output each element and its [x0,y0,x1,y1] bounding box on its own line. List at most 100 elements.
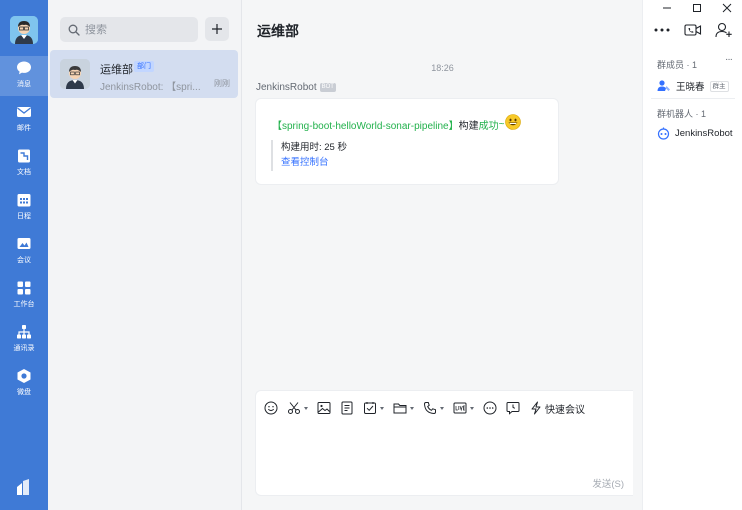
robots-section-title: 群机器人 · 1 [657,109,707,119]
checkbox-icon [364,402,376,414]
mail-icon [17,107,31,117]
workbench-icon [17,281,31,295]
chevron-down-icon [440,406,444,410]
nav-item-workbench[interactable]: 工作台 [0,276,48,316]
conversation-item[interactable]: 运维部 部门 JenkinsRobot: 【spri... 刚刚 [50,50,238,98]
smile-icon [264,401,278,415]
nav-label-contacts: 通讯录 [13,345,35,352]
close-icon [722,3,732,12]
file-button[interactable] [393,399,414,417]
folder-icon [393,403,407,414]
chevron-down-icon [470,406,474,410]
call-button[interactable] [423,399,444,417]
plus-icon [212,24,222,34]
conversation-time: 刚刚 [214,79,230,88]
document-button[interactable] [340,399,354,417]
search-input[interactable] [85,23,185,36]
nav-label-mail: 邮件 [17,125,31,132]
department-tag: 部门 [134,61,154,72]
document-icon [341,401,353,415]
chat-header: 运维部 [243,0,642,58]
screenshot-button[interactable] [287,399,308,417]
robot-icon [657,127,670,140]
build-result-line: 【spring-boot-helloWorld-sonar-pipeline】 … [272,114,522,132]
search-box[interactable] [60,17,198,42]
message-input[interactable] [266,425,616,469]
project-name: 【spring-boot-helloWorld-sonar-pipeline】 [272,120,459,132]
scissors-icon [288,402,300,414]
maximize-button[interactable] [682,0,712,15]
nav-item-calendar[interactable]: 日程 [0,188,48,228]
conversation-preview: JenkinsRobot: 【spri... [100,82,201,93]
minimize-button[interactable] [652,0,682,15]
emoji-button[interactable] [264,399,278,417]
build-details: 构建用时: 25 秒 查看控制台 [271,140,347,171]
add-button[interactable] [205,17,229,41]
building-icon [17,479,29,495]
conversation-title: 运维部 [100,64,133,76]
message-icon [17,61,31,75]
drive-icon [17,369,31,383]
more-options-button[interactable] [651,22,673,38]
nav-label-workbench: 工作台 [13,301,35,308]
nav-item-drive[interactable]: 微盘 [0,364,48,404]
send-button[interactable]: 发送(S) [592,476,624,490]
sender-name: JenkinsRobot [256,82,317,93]
contacts-icon [17,325,31,339]
nav-label-calendar: 日程 [17,213,31,220]
chat-title: 运维部 [257,23,299,39]
close-button[interactable] [712,0,742,15]
robot-item[interactable]: JenkinsRobot [657,127,733,140]
grinning-emoji-icon [505,114,522,130]
nav-label-meeting: 会议 [17,257,31,264]
lightning-icon [531,401,541,415]
chevron-down-icon [304,406,308,410]
nav-label-docs: 文档 [17,169,31,176]
nav-item-docs[interactable]: 文档 [0,144,48,184]
image-button[interactable] [317,399,331,417]
members-more-button[interactable]: ··· [725,54,733,65]
section-divider [651,98,735,99]
video-call-button[interactable] [682,22,704,38]
more-tools-button[interactable] [483,399,497,417]
console-link[interactable]: 查看控制台 [281,155,347,171]
live-button[interactable] [453,399,474,417]
message-card: 【spring-boot-helloWorld-sonar-pipeline】 … [255,98,559,185]
tilde: ~ [498,118,505,130]
composer-toolbar: 快速会议 [264,399,594,417]
build-text: 构建 [458,120,479,132]
nav-item-contacts[interactable]: 通讯录 [0,320,48,360]
maximize-icon [693,3,701,12]
group-info-panel: 群成员 · 1 ··· 王晓春 群主 群机器人 · 1 JenkinsRobot [642,0,742,510]
add-member-button[interactable] [713,22,735,38]
more-circle-icon [483,401,497,415]
chat-area: 运维部 18:26 JenkinsRobot BOT 【spring-boot-… [243,0,642,510]
user-avatar[interactable] [10,16,38,44]
meeting-icon [17,238,31,249]
chat-header-actions [651,22,742,38]
conversation-list-pane: 运维部 部门 JenkinsRobot: 【spri... 刚刚 [48,0,242,510]
search-icon [68,24,80,36]
quick-meeting-label: 快速会议 [545,404,585,416]
nav-item-meeting[interactable]: 会议 [0,232,48,272]
add-user-icon [715,22,732,38]
quick-meeting-button[interactable]: 快速会议 [529,399,585,417]
robot-name: JenkinsRobot [675,128,733,139]
build-duration: 构建用时: 25 秒 [281,142,347,153]
member-name: 王晓春 [676,82,705,93]
phone-icon [423,402,436,415]
message-composer: 快速会议 发送(S) [255,390,633,496]
nav-item-mail[interactable]: 邮件 [0,100,48,140]
more-apps-button[interactable] [14,478,34,496]
time-separator: 18:26 [431,63,454,73]
image-icon [317,402,331,414]
member-item[interactable]: 王晓春 群主 [657,79,729,93]
nav-item-messages[interactable]: 消息 [0,56,48,96]
owner-tag: 群主 [709,80,729,92]
video-icon [684,24,702,36]
task-button[interactable] [363,399,384,417]
calendar-icon [17,194,31,207]
message-history-button[interactable] [506,399,520,417]
doc-icon [18,149,30,163]
nav-label-messages: 消息 [17,81,31,88]
